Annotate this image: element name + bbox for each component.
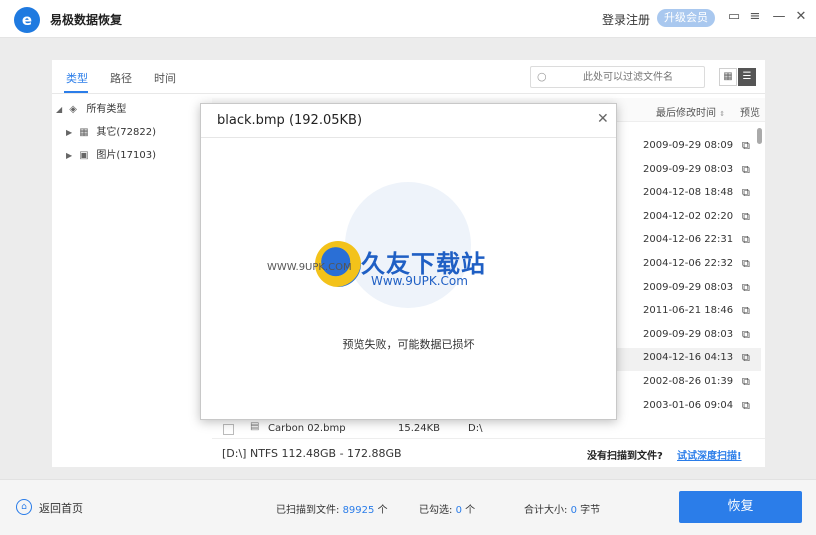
preview-icon[interactable]: ⧉ xyxy=(742,139,750,153)
scanned-count: 已扫描到文件: 89925 个 xyxy=(276,501,388,516)
table-row[interactable]: ▤ Carbon 02.bmp 15.24KB D:\ xyxy=(212,418,752,440)
type-tree: ◢ ◈ 所有类型 ▶ ▦ 其它(72822) ▶ ▣ 图片(17103) xyxy=(52,96,198,436)
modified-time-cell: 2004-12-06 22:31 xyxy=(643,234,734,246)
stat-label: 已扫描到文件: xyxy=(276,505,340,516)
list-view-icon[interactable]: ☰ xyxy=(738,68,756,86)
tree-item-other[interactable]: ▶ ▦ 其它(72822) xyxy=(66,123,156,138)
sort-icon: ⇕ xyxy=(719,110,726,118)
expand-arrow-icon: ▶ xyxy=(66,128,73,137)
filter-box: ○ xyxy=(530,66,705,88)
checked-count: 已勾选: 0 个 xyxy=(419,501,475,516)
footer-bar: ⌂ 返回首页 已扫描到文件: 89925 个 已勾选: 0 个 合计大小: 0 … xyxy=(0,479,816,535)
stat-unit: 个 xyxy=(465,505,476,516)
recover-button[interactable]: 恢复 xyxy=(679,491,802,523)
feedback-icon[interactable]: ▭ xyxy=(725,8,743,26)
view-tabs: 类型 路径 时间 ○ ▦ ☰ xyxy=(52,60,765,94)
minimize-icon[interactable]: — xyxy=(770,8,788,26)
preview-icon[interactable]: ⧉ xyxy=(742,210,750,224)
scrollbar-thumb[interactable] xyxy=(757,128,762,144)
tab-type[interactable]: 类型 xyxy=(66,70,88,86)
preview-icon[interactable]: ⧉ xyxy=(742,304,750,318)
stat-unit: 字节 xyxy=(580,505,601,516)
modified-time-cell: 2009-09-29 08:09 xyxy=(643,140,734,151)
title-bar: e 易极数据恢复 登录注册 升级会员 ▭ ≡ — ✕ xyxy=(0,0,816,38)
expand-arrow-icon: ▶ xyxy=(66,151,73,160)
preview-icon[interactable]: ⧉ xyxy=(742,163,750,177)
menu-icon[interactable]: ≡ xyxy=(746,8,764,26)
preview-icon[interactable]: ⧉ xyxy=(742,233,750,247)
grid-icon: ▦ xyxy=(79,127,89,138)
modified-time-cell: 2009-09-29 08:03 xyxy=(643,328,734,340)
search-icon: ○ xyxy=(537,70,547,83)
filter-input[interactable] xyxy=(555,69,701,85)
file-icon: ▤ xyxy=(250,421,260,432)
close-icon[interactable]: ✕ xyxy=(792,8,810,26)
stat-value: 0 xyxy=(455,505,462,516)
back-home-link[interactable]: 返回首页 xyxy=(39,500,83,516)
preview-icon[interactable]: ⧉ xyxy=(742,328,750,342)
tree-item-all[interactable]: ◢ ◈ 所有类型 xyxy=(56,100,126,115)
deep-scan-link[interactable]: 试试深度扫描! xyxy=(677,447,742,462)
stat-unit: 个 xyxy=(377,505,388,516)
watermark-url: Www.9UPK.Com xyxy=(371,274,468,288)
login-register-link[interactable]: 登录注册 xyxy=(602,11,650,28)
home-icon[interactable]: ⌂ xyxy=(16,499,32,515)
modified-time-cell: 2003-01-06 09:04 xyxy=(643,399,734,411)
layers-icon: ◈ xyxy=(69,104,77,115)
active-tab-indicator xyxy=(64,91,88,93)
preview-dialog: black.bmp (192.05KB) ✕ WWW.9UPK.COM 久友下载… xyxy=(200,103,617,420)
modified-time-cell: 2004-12-08 18:48 xyxy=(643,187,734,199)
app-title: 易极数据恢复 xyxy=(50,13,123,27)
tree-item-label: 图片(17103) xyxy=(96,150,156,161)
close-icon[interactable]: ✕ xyxy=(597,111,609,127)
no-file-text: 没有扫描到文件? xyxy=(587,451,663,462)
stat-label: 已勾选: xyxy=(419,505,453,516)
dialog-header: black.bmp (192.05KB) ✕ xyxy=(201,104,616,138)
preview-icon[interactable]: ⧉ xyxy=(742,399,750,413)
file-name: Carbon 02.bmp xyxy=(268,423,346,434)
preview-icon[interactable]: ⧉ xyxy=(742,375,750,389)
file-path: D:\ xyxy=(468,423,483,434)
column-label: 最后修改时间 xyxy=(656,108,716,119)
status-bar: [D:\] NTFS 112.48GB - 172.88GB 没有扫描到文件? … xyxy=(212,438,765,467)
stat-value: 89925 xyxy=(342,505,375,516)
tab-time[interactable]: 时间 xyxy=(154,70,176,86)
tree-item-label: 所有类型 xyxy=(86,104,127,115)
tree-item-image[interactable]: ▶ ▣ 图片(17103) xyxy=(66,146,156,161)
preview-icon[interactable]: ⧉ xyxy=(742,351,750,365)
preview-icon[interactable]: ⧉ xyxy=(742,257,750,271)
modified-time-cell: 2002-08-26 01:39 xyxy=(643,376,734,387)
row-checkbox[interactable] xyxy=(223,424,234,435)
upgrade-member-button[interactable]: 升级会员 xyxy=(657,9,715,27)
modified-time-cell: 2009-09-29 08:03 xyxy=(643,163,734,175)
file-size: 15.24KB xyxy=(398,423,441,434)
total-size: 合计大小: 0 字节 xyxy=(524,501,600,516)
disk-info: [D:\] NTFS 112.48GB - 172.88GB xyxy=(222,447,402,460)
modified-time-cell: 2011-06-21 18:46 xyxy=(643,305,734,317)
grid-view-icon[interactable]: ▦ xyxy=(719,68,737,86)
preview-icon[interactable]: ⧉ xyxy=(742,281,750,295)
column-preview: 预览 xyxy=(740,108,760,119)
collapse-arrow-icon: ◢ xyxy=(56,105,63,114)
preview-error-message: 预览失败，可能数据已损坏 xyxy=(342,338,475,351)
dialog-title: black.bmp (192.05KB) xyxy=(217,113,363,128)
stat-label: 合计大小: xyxy=(524,505,568,516)
tab-path[interactable]: 路径 xyxy=(110,70,132,86)
watermark-small-text: WWW.9UPK.COM xyxy=(267,262,352,273)
column-modified-time[interactable]: 最后修改时间 ⇕ xyxy=(656,104,725,119)
stat-value: 0 xyxy=(570,505,577,516)
modified-time-cell: 2004-12-02 02:20 xyxy=(643,210,734,222)
app-logo-icon: e xyxy=(14,7,40,33)
modified-time-cell: 2009-09-29 08:03 xyxy=(643,281,734,293)
image-icon: ▣ xyxy=(79,150,89,161)
preview-icon[interactable]: ⧉ xyxy=(742,186,750,200)
modified-time-cell: 2004-12-16 04:13 xyxy=(643,352,734,364)
modified-time-cell: 2004-12-06 22:32 xyxy=(643,258,734,269)
tree-item-label: 其它(72822) xyxy=(96,127,156,138)
